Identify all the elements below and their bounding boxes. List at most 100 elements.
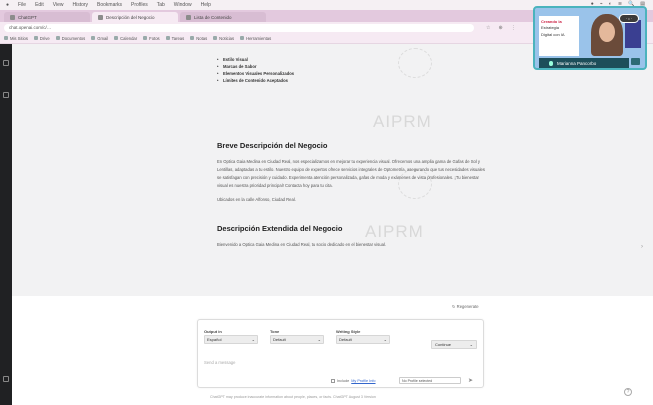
checkbox[interactable] (331, 379, 335, 383)
menu-item[interactable]: View (53, 2, 64, 8)
include-label: Include (337, 379, 350, 383)
folder-icon (33, 36, 38, 40)
tab-label: Lista de Contenido (194, 14, 232, 20)
message-input[interactable]: Send a message (204, 360, 235, 365)
select-value: Default (273, 337, 286, 342)
send-icon[interactable]: ➤ (468, 377, 473, 384)
folder-icon (143, 36, 148, 40)
favicon-icon (186, 14, 191, 20)
tab-label: Descripción del Negocio (106, 14, 155, 20)
include-profile-toggle[interactable]: Include My Profile Info (331, 379, 376, 383)
writing-style-field: Writing Style Default ⌄ (336, 329, 390, 344)
history-icon[interactable] (3, 92, 9, 98)
bullet-list: Estilo VisualMarcas de SaborElementos Vi… (217, 57, 485, 85)
regenerate-button[interactable]: ↻ Regenerate (452, 304, 479, 309)
video-call-overlay[interactable]: Creando la Estrategia Digital con IA · •… (533, 6, 647, 70)
speaker-face (599, 22, 615, 42)
continue-label: Continue (435, 342, 452, 347)
bookmark-label: Calendar (120, 35, 138, 41)
toolbar-icon[interactable]: ⋮ (511, 25, 516, 31)
slide-line: Estrategia (541, 25, 560, 30)
select-value: Español (207, 337, 222, 342)
favicon-icon (10, 14, 15, 20)
menu-item[interactable]: Profiles (131, 2, 148, 8)
list-item: Elementos Visuales Personalizados (217, 71, 485, 78)
favicon-icon (98, 14, 103, 20)
camera-icon[interactable] (631, 58, 640, 65)
toolbar-icon[interactable]: ⊕ (498, 25, 502, 31)
tone-field: Tone Default ⌄ (270, 329, 324, 344)
scroll-down-icon[interactable]: › (641, 244, 643, 250)
address-icons: ☆ ⊕ ⋮ (486, 25, 516, 31)
continue-select[interactable]: Continue ⌄ (431, 340, 477, 349)
menu-item[interactable]: Window (174, 2, 192, 8)
bookmark-item[interactable]: Documentos (55, 36, 85, 41)
chevron-down-icon: ⌄ (317, 337, 321, 342)
user-icon[interactable] (3, 376, 9, 382)
bookmark-label: Mis Sitios (10, 35, 28, 41)
profile-info-link[interactable]: My Profile Info (351, 379, 375, 383)
more-options-badge[interactable]: · • · (619, 14, 639, 23)
paragraph: Ubicados en la calle Alfonso, Ciudad Rea… (217, 197, 296, 202)
tone-select[interactable]: Default ⌄ (270, 335, 324, 344)
slide-title: Creando la (541, 19, 562, 24)
browser-tab[interactable]: ChatGPT (4, 12, 90, 22)
bookmark-item[interactable]: Tareas (165, 35, 185, 41)
menu-item[interactable]: Tab (157, 2, 165, 8)
bookmark-item[interactable]: Gmail (91, 36, 108, 41)
list-item: Marcas de Sabor (217, 64, 485, 71)
bookmark-label: Notas (196, 35, 208, 41)
disclaimer-footer: ChatGPT may produce inaccurate informati… (210, 395, 376, 399)
writing-style-select[interactable]: Default ⌄ (336, 335, 390, 344)
folder-icon (165, 36, 170, 40)
menu-item[interactable]: File (18, 2, 26, 8)
output-language-select[interactable]: Español ⌄ (204, 335, 258, 344)
menu-item[interactable]: Edit (35, 2, 44, 8)
chevron-down-icon: ⌄ (383, 337, 387, 342)
folder-icon (55, 36, 60, 40)
menu-item[interactable]: History (72, 2, 88, 8)
speaker-nametag: Marianna Pancorbo (539, 58, 629, 68)
folder-icon (240, 36, 245, 40)
menu-item[interactable]: Help (201, 2, 211, 8)
help-button[interactable]: ? (624, 388, 632, 396)
bookmark-label: Herramientas (246, 35, 272, 41)
bookmark-label: Tareas (171, 35, 185, 41)
bookmark-item[interactable]: Drive (33, 35, 50, 41)
profile-select[interactable]: No Profile selected (399, 377, 461, 384)
tab-label: ChatGPT (18, 14, 37, 20)
folder-icon (213, 36, 218, 40)
bookmark-label: Fotos (149, 35, 160, 41)
bookmark-item[interactable]: Herramientas (240, 36, 271, 41)
browser-tab[interactable]: Lista de Contenido (180, 12, 266, 22)
bookmark-item[interactable]: Calendar (114, 36, 137, 41)
response-content: Estilo VisualMarcas de SaborElementos Vi… (217, 44, 485, 249)
section-heading: Descripción Extendida del Negocio (217, 224, 343, 233)
bookmark-item[interactable]: Mis Sitios (4, 36, 28, 41)
chevron-down-icon: ⌄ (469, 342, 473, 347)
field-label: Output in (204, 329, 222, 334)
composer-fields: Output in Español ⌄ Tone Default ⌄ Writing… (204, 329, 390, 344)
folder-icon (190, 36, 195, 40)
bookmark-item[interactable]: Noticias (213, 36, 234, 41)
toolbar-icon[interactable]: ☆ (486, 25, 490, 31)
url-input[interactable]: chat.openai.com/c/… (4, 23, 474, 32)
bookmark-item[interactable]: Notas (190, 36, 207, 41)
section-heading: Breve Descripción del Negocio (217, 141, 328, 150)
field-label: Writing Style (336, 329, 361, 334)
field-label: Tone (270, 329, 280, 334)
paragraph: Bienvenido a Optica Gaia Medina en Ciuda… (217, 242, 387, 247)
browser-tab[interactable]: Descripción del Negocio (92, 12, 178, 22)
output-language-field: Output in Español ⌄ (204, 329, 258, 344)
presentation-slide: Creando la Estrategia Digital con IA (539, 16, 579, 56)
bookmark-label: Noticias (219, 35, 235, 41)
new-chat-icon[interactable] (3, 60, 9, 66)
chevron-down-icon: ⌄ (251, 337, 255, 342)
apple-icon[interactable]: ● (6, 2, 9, 8)
background-banner (625, 20, 641, 48)
bookmark-item[interactable]: Fotos (143, 35, 160, 41)
menu-item[interactable]: Bookmarks (97, 2, 122, 8)
bookmark-label: Drive (39, 35, 50, 41)
conversation-area: AIPRM AIPRM Estilo VisualMarcas de Sabor… (12, 44, 653, 296)
list-item: Estilo Visual (217, 57, 485, 64)
